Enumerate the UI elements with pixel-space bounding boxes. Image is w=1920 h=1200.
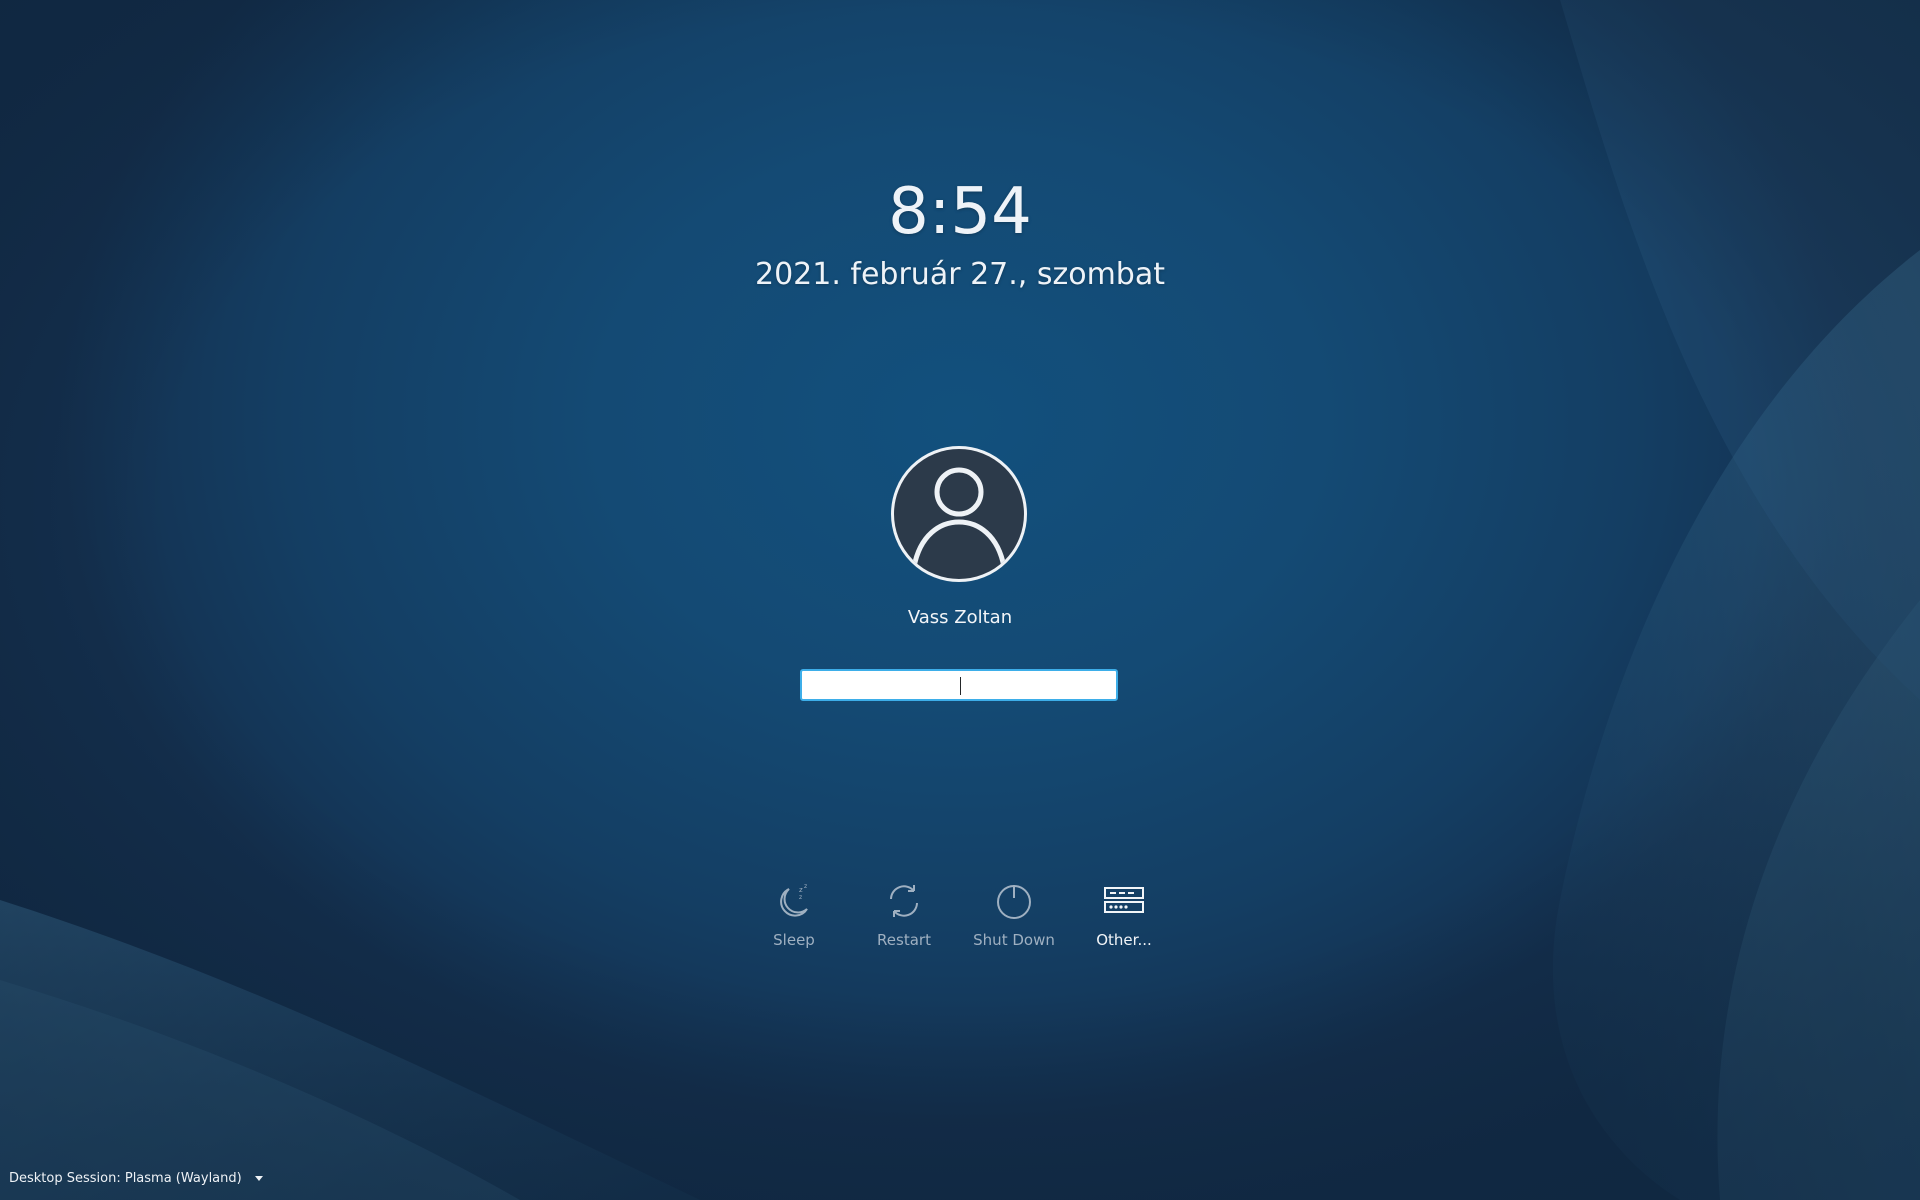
sleep-icon: z z z	[780, 883, 808, 917]
user-avatar-icon	[911, 467, 1007, 568]
shutdown-label: Shut Down	[973, 931, 1055, 949]
sleep-label: Sleep	[773, 931, 815, 949]
svg-text:z: z	[804, 883, 807, 890]
switch-user-icon	[1104, 887, 1144, 913]
password-field[interactable]	[800, 669, 1118, 701]
other-user-label: Other...	[1096, 931, 1152, 949]
chevron-down-icon	[254, 1176, 263, 1181]
user-avatar[interactable]	[891, 446, 1027, 582]
password-input[interactable]	[802, 671, 1116, 699]
clock-time: 8:54	[888, 175, 1032, 249]
shutdown-button[interactable]: Shut Down	[959, 880, 1069, 950]
session-label: Desktop Session: Plasma (Wayland)	[9, 1171, 242, 1186]
sleep-button[interactable]: z z z Sleep	[739, 880, 849, 950]
restart-label: Restart	[877, 931, 931, 949]
session-selector[interactable]: Desktop Session: Plasma (Wayland)	[9, 1169, 263, 1189]
user-name: Vass Zoltan	[907, 607, 1013, 628]
shutdown-icon	[997, 885, 1031, 919]
action-bar: z z z Sleep Restart Shut Down Other...	[0, 880, 1920, 960]
clock-date: 2021. február 27., szombat	[754, 257, 1165, 292]
text-caret	[960, 677, 961, 695]
svg-text:z: z	[799, 894, 802, 901]
restart-icon	[890, 885, 918, 917]
restart-button[interactable]: Restart	[849, 880, 959, 950]
other-user-button[interactable]: Other...	[1069, 880, 1179, 950]
svg-text:z: z	[799, 886, 803, 894]
